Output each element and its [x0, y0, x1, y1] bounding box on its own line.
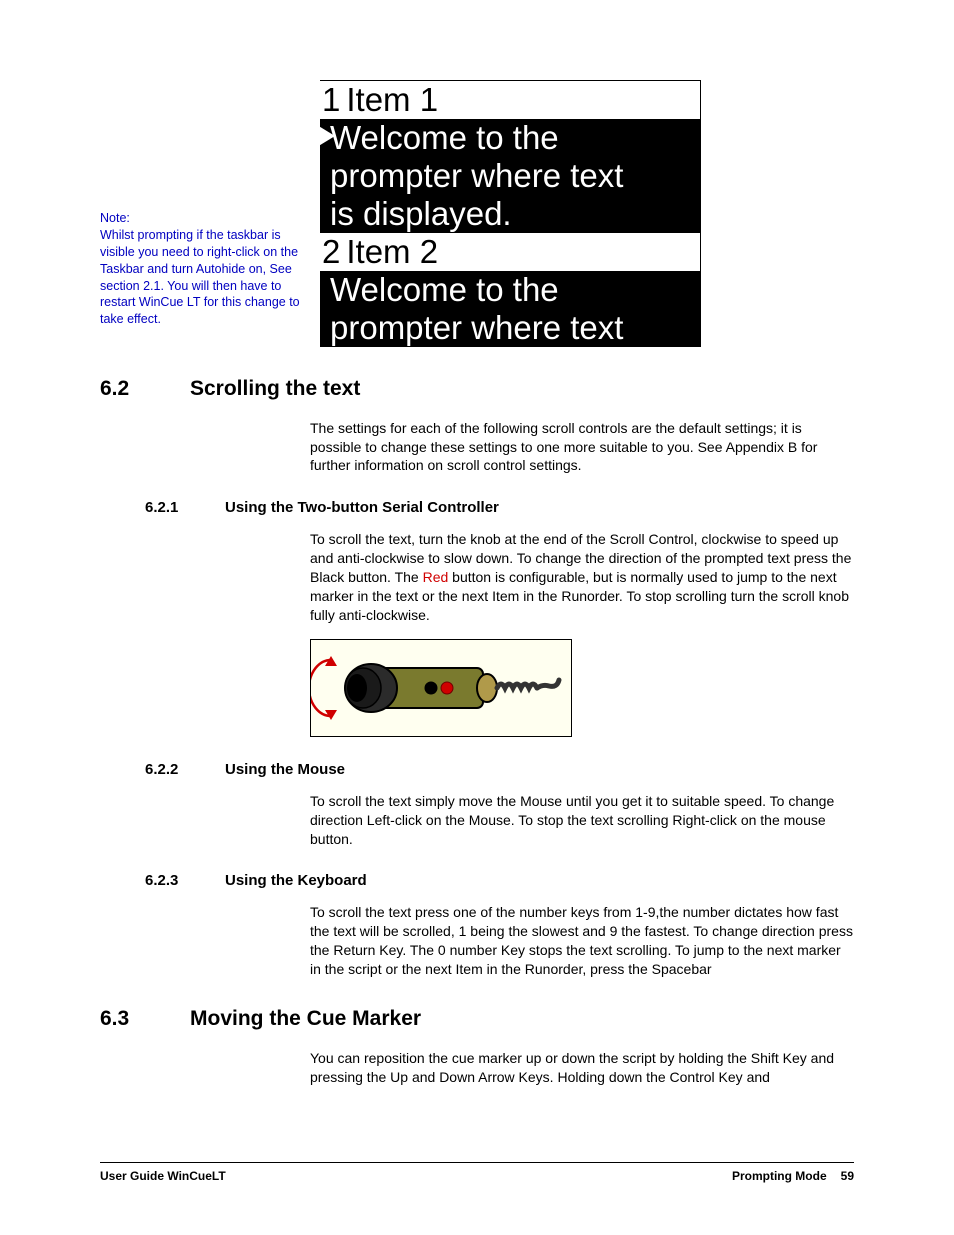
section-6-2-3-body: To scroll the text press one of the numb… — [310, 903, 854, 979]
prompter-item-1-body: Welcome to the prompter where text is di… — [320, 119, 700, 233]
heading-6-2: 6.2 Scrolling the text — [100, 377, 854, 401]
heading-number: 6.2.1 — [145, 499, 225, 516]
item-label: Item 1 — [346, 81, 438, 119]
heading-6-2-3: 6.2.3 Using the Keyboard — [100, 872, 854, 889]
heading-6-3: 6.3 Moving the Cue Marker — [100, 1007, 854, 1031]
side-note: Note: Whilst prompting if the taskbar is… — [100, 80, 320, 328]
item-number: 2 — [320, 233, 346, 271]
heading-title: Scrolling the text — [190, 377, 360, 401]
prompter-item-2-header: 2 Item 2 — [320, 233, 700, 271]
heading-6-2-2: 6.2.2 Using the Mouse — [100, 761, 854, 778]
section-6-2-1-body: To scroll the text, turn the knob at the… — [310, 530, 854, 624]
footer-section: Prompting Mode — [732, 1169, 827, 1183]
scroll-controller-diagram — [310, 639, 572, 737]
footer-left: User Guide WinCueLT — [100, 1169, 226, 1183]
note-label: Note: — [100, 210, 310, 227]
prompter-screenshot: 1 Item 1 Welcome to the prompter where t… — [320, 80, 701, 347]
page-footer: User Guide WinCueLT Prompting Mode 59 — [100, 1162, 854, 1183]
heading-title: Moving the Cue Marker — [190, 1007, 421, 1031]
section-6-2-intro: The settings for each of the following s… — [310, 419, 854, 476]
heading-title: Using the Two-button Serial Controller — [225, 499, 499, 516]
item-number: 1 — [320, 81, 346, 119]
footer-right: Prompting Mode 59 — [732, 1169, 854, 1183]
heading-number: 6.2 — [100, 377, 190, 401]
heading-6-2-1: 6.2.1 Using the Two-button Serial Contro… — [100, 499, 854, 516]
item-label: Item 2 — [346, 233, 438, 271]
heading-number: 6.2.2 — [145, 761, 225, 778]
footer-page-number: 59 — [841, 1169, 854, 1183]
section-6-2-2-body: To scroll the text simply move the Mouse… — [310, 792, 854, 849]
heading-title: Using the Keyboard — [225, 872, 367, 889]
prompter-item-1-header: 1 Item 1 — [320, 81, 700, 119]
section-6-3-body: You can reposition the cue marker up or … — [310, 1049, 854, 1087]
heading-number: 6.3 — [100, 1007, 190, 1031]
heading-title: Using the Mouse — [225, 761, 345, 778]
red-text: Red — [423, 569, 449, 585]
note-text: Whilst prompting if the taskbar is visib… — [100, 228, 300, 326]
heading-number: 6.2.3 — [145, 872, 225, 889]
prompter-item-2-body: Welcome to the prompter where text — [320, 271, 700, 347]
